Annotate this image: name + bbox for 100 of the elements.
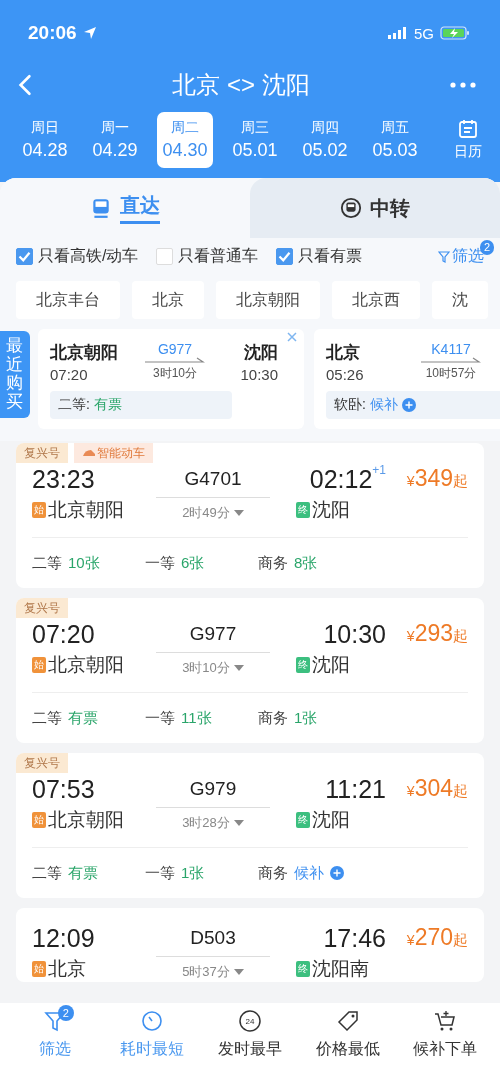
train-card[interactable]: 12:09 始 北京 D503 5时37分 17:46 终 沈阳南 ¥270起	[16, 908, 484, 982]
next-day-mark: +1	[372, 463, 386, 477]
station-name: 北京	[326, 342, 361, 364]
seat-availability: 1张	[181, 863, 205, 883]
mode-tab[interactable]: 中转	[250, 178, 500, 238]
train-icon	[82, 449, 96, 457]
end-badge: 终	[296, 657, 310, 673]
train-icon	[90, 197, 112, 219]
station-name: 北京朝阳	[48, 498, 124, 522]
duration: 2时49分	[182, 504, 230, 522]
seat-class: 二等:	[58, 396, 90, 414]
arrival-time: 10:30	[240, 366, 278, 383]
clock-icon	[238, 1009, 262, 1033]
date-tab[interactable]: 周二 04.30	[157, 112, 213, 168]
arrival-time: 02:12	[309, 464, 373, 495]
signal-icon	[388, 27, 408, 39]
departure-time: 07:20	[32, 619, 96, 650]
start-badge: 始	[32, 812, 46, 828]
station-name: 沈阳	[244, 342, 278, 364]
network-label: 5G	[414, 24, 434, 42]
train-tag: 复兴号	[16, 753, 68, 773]
station-chip[interactable]: 北京西	[332, 281, 420, 319]
end-badge: 终	[296, 961, 310, 977]
train-card[interactable]: 复兴号 07:53 始 北京朝阳 G979 3时28分 11:21 终 沈阳 ¥304起 二等 有票 一等 1张 商务 候补	[16, 753, 484, 898]
seat-availability: 有票	[68, 708, 98, 728]
station-chip[interactable]: 北京朝阳	[216, 281, 320, 319]
close-icon[interactable]	[286, 331, 298, 343]
end-badge: 终	[296, 502, 310, 518]
station-name: 沈阳	[312, 653, 350, 677]
location-arrow-icon	[82, 26, 97, 40]
start-badge: 始	[32, 502, 46, 518]
checkmark-icon	[277, 249, 293, 264]
seat-availability: 1张	[294, 708, 318, 728]
train-card[interactable]: 复兴号 07:20 始 北京朝阳 G977 3时10分 10:30 终 沈阳 ¥293起 二等 有票 一等 11张 商务 1张	[16, 598, 484, 743]
seat-class: 二等	[32, 553, 62, 573]
plus-icon[interactable]	[330, 866, 344, 880]
seat-availability: 10张	[68, 553, 100, 573]
caret-icon[interactable]	[233, 969, 244, 975]
plus-icon[interactable]	[401, 398, 416, 412]
train-number: G979	[156, 773, 270, 808]
caret-icon[interactable]	[233, 665, 244, 671]
station-name: 北京朝阳	[48, 808, 124, 832]
back-icon[interactable]	[18, 74, 32, 96]
filter-icon	[438, 250, 450, 263]
route-title: 北京 <> 沈阳	[171, 70, 311, 100]
sort-tab[interactable]: 候补下单	[398, 1009, 493, 1060]
train-number: G977	[156, 618, 270, 653]
seat-class: 一等	[145, 708, 175, 728]
arrival-time: 11:21	[325, 774, 386, 805]
train-tag: 复兴号	[16, 598, 68, 618]
cart-icon	[433, 1009, 458, 1033]
price-suffix: 起	[453, 472, 468, 489]
price: 349	[414, 465, 453, 491]
price: 293	[414, 620, 453, 646]
departure-time: 23:23	[32, 464, 96, 495]
seat-availability: 候补	[294, 863, 324, 883]
arrival-time: 17:46	[323, 923, 386, 954]
seat-class: 商务	[258, 708, 288, 728]
currency-sign: ¥	[406, 932, 415, 948]
seat-availability: 11张	[181, 708, 212, 728]
station-name: 北京朝阳	[50, 342, 119, 364]
station-chip[interactable]: 北京丰台	[16, 281, 120, 319]
station-chip[interactable]: 沈	[432, 281, 488, 319]
filter-checkbox[interactable]: 只看普通车	[156, 246, 259, 267]
station-name: 沈阳	[312, 498, 350, 522]
seat-class: 二等	[32, 708, 62, 728]
checkmark-icon	[17, 249, 32, 264]
seat-availability: 8张	[294, 553, 318, 573]
stopwatch-icon	[140, 1009, 165, 1033]
price-suffix: 起	[453, 627, 468, 644]
recent-trip-card[interactable]: 北京朝阳 07:20 G977 3时10分 沈阳 10:30 二等: 有票	[38, 329, 304, 429]
filter-checkbox[interactable]: 只看高铁/动车	[16, 246, 139, 267]
calendar-icon	[458, 119, 478, 139]
sort-tab[interactable]: 24 发时最早	[203, 1009, 297, 1060]
station-name: 北京朝阳	[48, 653, 124, 677]
currency-sign: ¥	[406, 628, 415, 644]
station-name: 沈阳南	[312, 957, 369, 981]
filter-checkbox[interactable]: 只看有票	[276, 246, 363, 267]
station-chip[interactable]: 北京	[132, 281, 204, 319]
price: 304	[414, 775, 453, 801]
currency-sign: ¥	[406, 783, 415, 799]
train-number: G977	[157, 341, 193, 357]
seat-class: 软卧:	[334, 396, 366, 414]
more-icon[interactable]	[450, 82, 476, 88]
clock-hours-label: 24	[245, 1016, 255, 1026]
caret-icon[interactable]	[233, 820, 244, 826]
battery-charging-icon	[440, 26, 470, 40]
end-badge: 终	[296, 812, 310, 828]
recent-trip-card[interactable]: 北京 05:26 K4117 10时57分 软卧: 候补	[314, 329, 500, 429]
duration: 3时28分	[182, 814, 230, 832]
sort-tab[interactable]: 价格最低	[300, 1009, 395, 1060]
price-suffix: 起	[453, 931, 468, 948]
departure-time: 05:26	[326, 366, 365, 383]
train-tag: 智能动车	[74, 443, 153, 463]
seat-class: 一等	[145, 863, 175, 883]
train-icon	[340, 197, 362, 219]
departure-time: 07:20	[50, 366, 89, 383]
currency-sign: ¥	[406, 473, 415, 489]
price: 270	[414, 924, 453, 950]
caret-icon[interactable]	[233, 510, 244, 516]
